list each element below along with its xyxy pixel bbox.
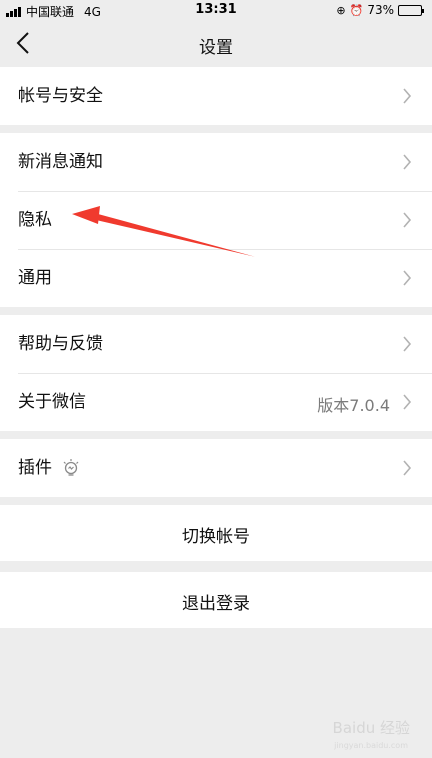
chevron-right-icon: [403, 336, 412, 352]
status-right: ⊕ ⏰ 73%: [336, 3, 424, 17]
logout-label: 退出登录: [182, 594, 250, 614]
orientation-lock-icon: ⊕: [336, 3, 346, 17]
cell-label: 帮助与反馈: [18, 334, 103, 354]
cell-label: 帐号与安全: [18, 86, 103, 106]
chevron-right-icon: [403, 212, 412, 228]
cell-new-message-notify[interactable]: 新消息通知: [0, 133, 432, 191]
version-value: 版本7.0.4: [317, 396, 390, 415]
group-notify-privacy-general: 新消息通知 隐私 通用: [0, 133, 432, 307]
cell-label: 新消息通知: [18, 152, 103, 172]
group-plugins: 插件: [0, 439, 432, 497]
chevron-right-icon: [403, 460, 412, 476]
group-account: 帐号与安全: [0, 67, 432, 125]
status-bar: 中国联通 4G 13:31 ⊕ ⏰ 73%: [0, 0, 432, 20]
battery-icon: [398, 4, 424, 16]
cell-label: 通用: [18, 268, 52, 288]
cell-about-wechat[interactable]: 关于微信 版本7.0.4: [0, 373, 432, 431]
cell-account-security[interactable]: 帐号与安全: [0, 67, 432, 125]
cell-plugins[interactable]: 插件: [0, 439, 432, 497]
switch-account-label: 切换帐号: [182, 527, 250, 547]
alarm-icon: ⏰: [349, 3, 364, 17]
chevron-right-icon: [403, 394, 412, 410]
chevron-right-icon: [403, 88, 412, 104]
cell-label: 关于微信: [18, 392, 86, 412]
chevron-right-icon: [403, 154, 412, 170]
cell-label: 隐私: [18, 210, 52, 230]
cell-help-feedback[interactable]: 帮助与反馈: [0, 315, 432, 373]
lightbulb-icon: [63, 459, 79, 476]
nav-bar: 设置: [0, 20, 432, 66]
battery-percent: 73%: [367, 3, 394, 17]
switch-account-button[interactable]: 切换帐号: [0, 505, 432, 561]
group-help-about: 帮助与反馈 关于微信 版本7.0.4: [0, 315, 432, 431]
logout-button[interactable]: 退出登录: [0, 572, 432, 628]
chevron-right-icon: [403, 270, 412, 286]
cell-privacy[interactable]: 隐私: [0, 191, 432, 249]
baidu-watermark-url: jingyan.baidu.com: [334, 741, 408, 750]
baidu-watermark: Baidu 经验: [332, 719, 410, 737]
cell-general[interactable]: 通用: [0, 249, 432, 307]
page-title: 设置: [199, 38, 233, 58]
cell-label: 插件: [18, 458, 52, 478]
